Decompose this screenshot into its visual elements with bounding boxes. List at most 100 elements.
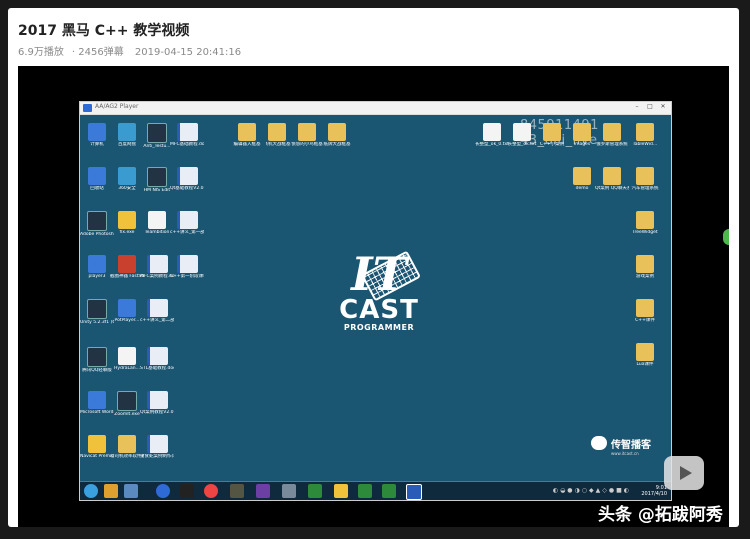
start-button[interactable] [84,484,98,498]
corner-logo-url: www.itcast.cn [611,451,639,456]
desktop-icon[interactable]: PotPlayer... [110,299,144,323]
file-icon [238,123,256,141]
desktop-icon[interactable]: C++第一阶段课程设... [170,255,204,279]
itcast-logo: IT CAST PROGRAMMER [317,251,441,332]
desktop-icon[interactable]: 编辑器入框基 [230,123,264,147]
desktop-icon-label: 俄罗斯管理系统 [596,142,628,147]
desktop-icon[interactable]: demo [565,167,599,191]
desktop-icon[interactable]: images [565,123,599,147]
desktop-icon[interactable]: Adobe Photosh... [80,211,114,237]
app-icon-8[interactable] [382,484,396,498]
file-icon [146,255,168,273]
word-icon[interactable] [406,484,422,500]
desktop-icon[interactable]: Anti_Testu... [140,123,174,149]
desktop-icon[interactable]: C++课件 [628,299,662,323]
app-icon-5[interactable] [308,484,322,498]
desktop-icon[interactable]: Unity 5.2.3f1 (64-bit) [80,299,114,325]
desktop-icon[interactable]: HydraLan... [110,347,144,371]
desktop-icon[interactable]: 愤怒的小鸟框基 [290,123,324,147]
chrome-icon[interactable] [204,484,218,498]
desktop-icon[interactable]: 回收站 [80,167,114,191]
desktop-icon-label: Qt基础教程V2.0.doc [170,186,204,191]
desktop-icon[interactable]: ZoomIt.exe [110,391,144,417]
desktop-icon[interactable]: MFC基础教程.doc [170,123,204,147]
desktop-icon[interactable]: 长整型_ok.txt [505,123,539,147]
desktop-icon-label: player3 [88,274,106,279]
file-icon [603,123,621,141]
player-window-title: AA/AG2 Player [95,103,139,110]
desktop-icon[interactable]: 游戏案例 [628,255,662,279]
file-icon [146,391,168,409]
file-icon [118,123,136,141]
app-icon-2[interactable] [156,484,170,498]
desktop-icon[interactable]: c++讲义_第一部分.doc [170,211,204,235]
desktop-icon-label: 老司机效率软件教程 [110,454,144,459]
desktop-icon[interactable]: Teambition [140,211,174,235]
desktop-icon[interactable]: c++讲义_第二部分.doc [140,299,174,323]
desktop-icon[interactable]: 老司机效率软件教程 [110,435,144,459]
player-titlebar: AA/AG2 Player – □ ✕ [80,102,671,115]
desktop-icon[interactable]: fix.exe [110,211,144,235]
desktop-icon-label: 截图神器 FastStone... [110,274,144,279]
file-icon [88,167,106,185]
desktop-icon[interactable]: Navicat Premium [80,435,114,459]
file-icon [146,435,168,453]
desktop-icon-label: images [573,142,591,147]
app-icon-6[interactable] [334,484,348,498]
desktop-icon-label: Adobe Photosh... [80,232,114,237]
desktop-icon[interactable]: player3 [80,255,114,279]
clock[interactable]: 9:01 2017/4/10 [641,485,667,497]
desktop-icon-label: 汽车管理系统 [631,186,659,191]
desktop-icon-label: C++第一阶段课程设... [170,274,204,279]
desktop-icon[interactable]: Qt案例教程V2.0.doc [140,391,174,415]
desktop-icon[interactable]: Qt基础教程V2.0.doc [170,167,204,191]
desktop-icon[interactable]: 飞机大战框基 [260,123,294,147]
desktop-icon-label: 360安全 [118,186,136,191]
file-icon [176,123,198,141]
desktop-icon[interactable]: 计算机 [80,123,114,147]
side-tab[interactable] [723,229,729,245]
desktop-icon[interactable]: 俄罗斯管理系统 [595,123,629,147]
desktop-icon[interactable]: TableWid... [628,123,662,147]
desktop-icon[interactable]: C++小案例 [535,123,569,147]
desktop-icon[interactable]: Qt案例 QQ聊天系统 [595,167,629,191]
close-icon[interactable]: ✕ [657,103,669,110]
danmaku-count: 2456弹幕 [78,47,124,58]
desktop-icon-label: Lua课件 [636,362,654,367]
file-icon [176,255,198,273]
desktop-icon[interactable]: 贪食蛇案例制作(新... [140,435,174,459]
system-tray-icons[interactable]: ◐◒●◑○◆▲◇●■◐ [553,487,631,494]
app-icon-4[interactable] [282,484,296,498]
desktop-icon[interactable]: Microsoft Word 2010 [80,391,114,415]
desktop-icon[interactable]: 长整型_ok_0.txt [475,123,509,147]
video-frame[interactable]: AA/AG2 Player – □ ✕ 845911491​43_bili_li… [18,66,729,527]
maximize-icon[interactable]: □ [644,103,656,110]
visual-studio-icon[interactable] [256,484,270,498]
file-icon [147,123,167,143]
desktop-icon[interactable]: STL基础教程.doc [140,347,174,371]
explorer-icon[interactable] [124,484,138,498]
file-icon [87,211,107,231]
desktop-icon-label: PotPlayer... [114,318,140,323]
desktop-icon[interactable]: 截图神器 FastStone... [110,255,144,279]
desktop-icon[interactable]: 汽车管理系统 [628,167,662,191]
desktop-icon[interactable]: HM NIS Edit [140,167,174,193]
file-icon [176,167,198,185]
minimize-icon[interactable]: – [631,103,643,110]
play-button-icon[interactable] [664,456,704,490]
file-icon [513,123,531,141]
unity-icon[interactable] [180,484,194,498]
app-icon-1[interactable] [104,484,118,498]
desktop-icon[interactable]: MFC案例教程.doc [140,255,174,279]
desktop-icon[interactable]: Lua课件 [628,343,662,367]
desktop-icon[interactable]: 腾讯QQ轻聊版 [80,347,114,373]
desktop-icon[interactable]: 百度网盘 [110,123,144,147]
desktop-icon-label: 游戏案例 [636,274,654,279]
desktop-icon[interactable]: TreeWidget [628,211,662,235]
app-icon-7[interactable] [358,484,372,498]
file-icon [118,167,136,185]
desktop-icon[interactable]: 纸牌大战框基 [320,123,354,147]
desktop-icon[interactable]: 360安全 [110,167,144,191]
app-icon-3[interactable] [230,484,244,498]
desktop-icon-label: 贪食蛇案例制作(新... [140,454,174,459]
